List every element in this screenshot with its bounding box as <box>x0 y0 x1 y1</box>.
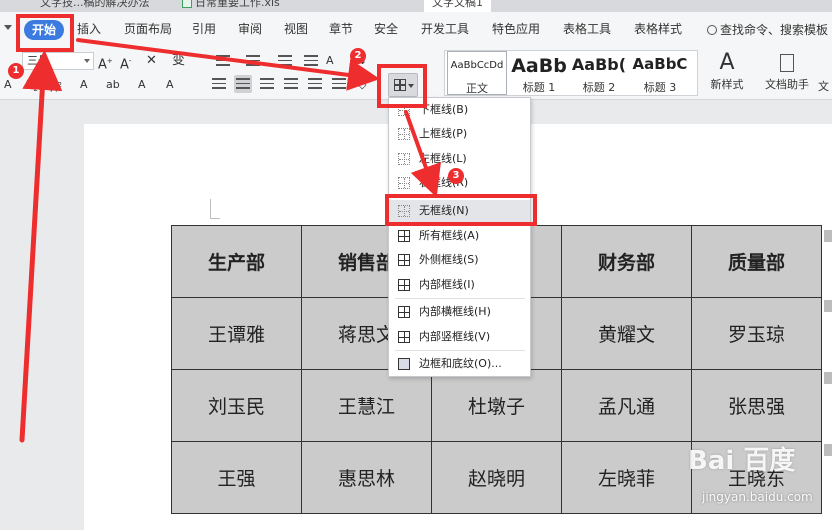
arrow-3 <box>404 110 441 198</box>
step-badge-1: 1 <box>8 63 24 79</box>
step-badge-3: 3 <box>448 168 464 184</box>
arrow-1 <box>19 50 63 443</box>
arrow-2 <box>76 38 380 91</box>
step-badge-2: 2 <box>350 48 366 64</box>
watermark-url: jingyan.baidu.com <box>702 490 813 504</box>
watermark: Bai 百度 jingyan.baidu.com <box>688 440 828 526</box>
watermark-logo: Bai 百度 <box>688 446 796 476</box>
